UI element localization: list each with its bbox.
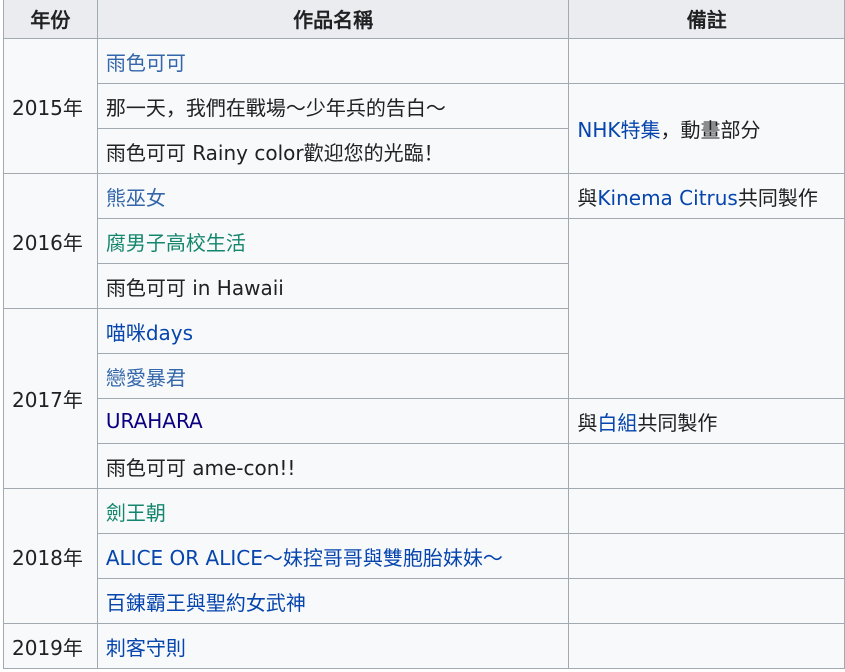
note-text: 與 <box>577 185 598 210</box>
title-cell: 百錬霸王與聖約女武神 <box>96 578 570 624</box>
table-row: ALICE OR ALICE～妹控哥哥與雙胞胎妹妹～ <box>4 533 845 579</box>
works-table: 年份 作品名稱 備註 2015年 雨色可可 那一天，我們在戰場～少年兵的告白～ … <box>3 0 845 669</box>
year-cell-2018: 2018年 <box>3 488 98 624</box>
note-cell: 與白組共同製作 <box>568 398 845 444</box>
title-cell: 刺客守則 <box>96 623 570 669</box>
header-year: 年份 <box>3 0 98 39</box>
header-note: 備註 <box>568 0 845 39</box>
header-title: 作品名稱 <box>96 0 570 39</box>
title-cell: 劍王朝 <box>96 488 570 534</box>
work-link[interactable]: 喵咪days <box>106 321 193 345</box>
title-cell: 雨色可可 <box>96 38 570 84</box>
nhk-link[interactable]: NHK特集 <box>577 118 660 142</box>
table-row: 2016年 熊巫女 與Kinema Citrus共同製作 <box>3 173 845 309</box>
header-row: 年份 作品名稱 備註 <box>3 0 845 39</box>
year-cell-2016: 2016年 <box>3 173 98 309</box>
note-cell <box>568 443 845 489</box>
note-cell <box>568 38 845 84</box>
work-link[interactable]: 刺客守則 <box>106 636 186 660</box>
note-cell <box>568 533 845 579</box>
table-row: 2019年 刺客守則 <box>3 623 845 669</box>
title-cell: URAHARA <box>96 398 570 444</box>
work-link[interactable]: ALICE OR ALICE～妹控哥哥與雙胞胎妹妹～ <box>106 546 503 570</box>
title-cell: 熊巫女 <box>96 173 570 219</box>
year-cell-2015: 2015年 <box>3 38 98 174</box>
table-row: 2018年 劍王朝 <box>3 488 845 624</box>
title-cell: 雨色可可 ame-con!! <box>96 443 570 489</box>
note-cell <box>568 578 845 624</box>
work-link[interactable]: 雨色可可 <box>106 51 186 75</box>
note-cell <box>568 218 845 399</box>
title-cell: 那一天，我們在戰場～少年兵的告白～ <box>96 83 570 129</box>
table-row: 那一天，我們在戰場～少年兵的告白～ NHK特集，動畫部分 <box>4 83 845 174</box>
kinema-citrus-link[interactable]: Kinema Citrus <box>597 186 737 210</box>
title-cell: 腐男子高校生活 <box>96 218 570 264</box>
note-cell: NHK特集，動畫部分 <box>568 83 845 174</box>
note-cell: 與Kinema Citrus共同製作 <box>568 173 845 219</box>
year-cell-2019: 2019年 <box>3 623 98 669</box>
note-cell <box>568 623 845 669</box>
title-cell: 雨色可可 Rainy color歡迎您的光臨！ <box>96 128 570 174</box>
work-link[interactable]: 熊巫女 <box>106 186 166 210</box>
title-cell: 雨色可可 in Hawaii <box>96 263 570 309</box>
work-link[interactable]: 戀愛暴君 <box>106 366 186 390</box>
shirogumi-link[interactable]: 白組 <box>597 411 637 435</box>
table-row: 腐男子高校生活 <box>4 218 845 399</box>
note-text: ，動畫部分 <box>660 118 761 142</box>
title-cell: ALICE OR ALICE～妹控哥哥與雙胞胎妹妹～ <box>96 533 570 579</box>
table-row: URAHARA 與白組共同製作 <box>4 398 845 444</box>
year-cell-2017: 2017年 <box>3 308 98 489</box>
work-link[interactable]: 劍王朝 <box>106 501 166 525</box>
table-row: 2015年 雨色可可 <box>3 38 845 174</box>
title-cell: 喵咪days <box>96 308 570 354</box>
table-row: 雨色可可 ame-con!! <box>4 443 845 489</box>
note-text: 與 <box>577 410 598 435</box>
title-cell: 戀愛暴君 <box>96 353 570 399</box>
table-row: 百錬霸王與聖約女武神 <box>4 578 845 624</box>
note-cell <box>568 488 845 534</box>
work-link[interactable]: URAHARA <box>106 409 203 433</box>
note-text: 共同製作 <box>737 185 818 210</box>
work-link[interactable]: 腐男子高校生活 <box>106 231 246 255</box>
note-text: 共同製作 <box>637 410 718 435</box>
work-link[interactable]: 百錬霸王與聖約女武神 <box>106 591 306 615</box>
